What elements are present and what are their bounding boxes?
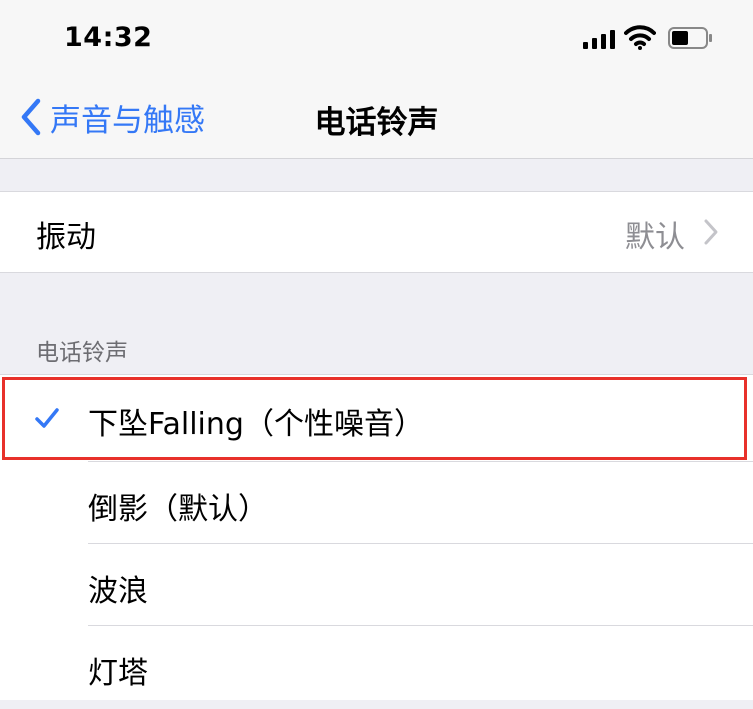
navigation-bar: 声音与触感 电话铃声 [0,75,753,159]
status-bar: 14:32 [0,0,753,75]
status-time: 14:32 [64,22,153,53]
ringtone-list: 下坠Falling（个性噪音） 倒影（默认） 波浪 灯塔 [0,374,753,700]
ringtone-item-lighthouse[interactable]: 灯塔 [0,626,753,709]
chevron-right-icon [704,219,718,245]
ringtone-label: 下坠Falling（个性噪音） [88,407,424,442]
vibration-label: 振动 [36,220,96,255]
ringtone-item-reflection[interactable]: 倒影（默认） [0,462,753,545]
ringtone-item-falling[interactable]: 下坠Falling（个性噪音） [0,377,753,460]
ringtone-label: 灯塔 [88,656,148,691]
checkmark-icon [35,408,59,428]
ringtone-item-waves[interactable]: 波浪 [0,544,753,627]
page-title: 电话铃声 [314,105,439,141]
cellular-signal-icon [583,30,615,49]
ringtone-section-header: 电话铃声 [36,340,128,366]
vibration-value: 默认 [625,220,685,255]
vibration-row[interactable]: 振动 默认 [0,191,753,273]
ringtone-label: 倒影（默认） [88,492,268,527]
wifi-icon [624,25,656,50]
battery-icon [668,27,712,49]
ringtone-label: 波浪 [88,574,148,609]
